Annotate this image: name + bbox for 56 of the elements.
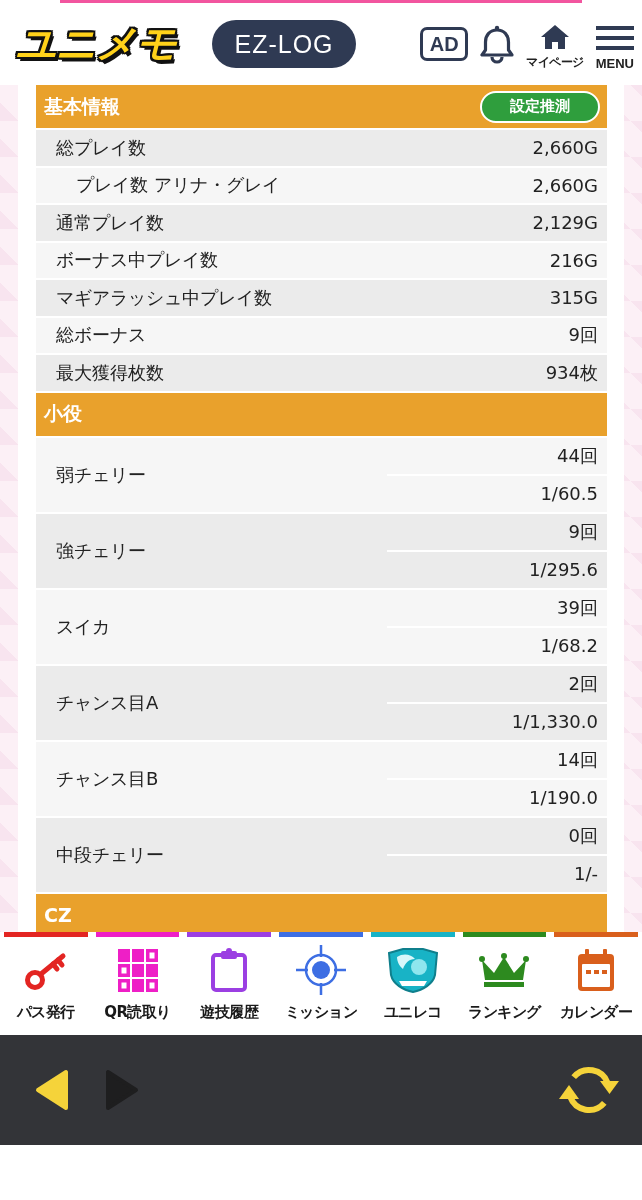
- stat-value: 2,660G: [532, 137, 598, 159]
- mypage-link[interactable]: マイページ: [526, 23, 584, 71]
- stat-label: 強チェリー: [56, 538, 146, 563]
- crosshair-icon: [296, 945, 346, 995]
- stat-value: 9回: [568, 323, 598, 348]
- stat-label: 中段チェリー: [56, 842, 164, 867]
- clipboard-icon: [211, 948, 248, 992]
- stat-value: 216G: [549, 249, 598, 271]
- stat-label: プレイ数 アリナ・グレイ: [76, 173, 280, 198]
- stat-value: 14回: [556, 747, 599, 772]
- stat-value: 1/295.6: [527, 558, 599, 582]
- stat-label: マギアラッシュ中プレイ数: [56, 285, 272, 310]
- stat-label: 弱チェリー: [56, 462, 146, 487]
- stat-value: 1/1,330.0: [510, 710, 599, 734]
- log-button[interactable]: EZ-LOG: [212, 20, 356, 68]
- stat-value: 2,660G: [532, 174, 598, 196]
- stat-value: 9回: [567, 519, 599, 544]
- stat-label: 最大獲得枚数: [56, 360, 164, 385]
- stat-label: スイカ: [56, 614, 110, 639]
- calendar-icon: [577, 948, 616, 992]
- nav-item[interactable]: ミッション: [275, 932, 367, 1035]
- stat-label: 通常プレイ数: [56, 210, 164, 235]
- stat-value: 315G: [549, 287, 598, 309]
- nav-item[interactable]: パス発行: [0, 932, 92, 1035]
- stat-value: 2回: [567, 671, 599, 696]
- stat-value: 1/190.0: [527, 786, 599, 810]
- stat-label: 総ボーナス: [56, 323, 146, 348]
- stat-label: ボーナス中プレイ数: [56, 248, 218, 273]
- stat-value: 39回: [556, 595, 599, 620]
- stat-label: 総プレイ数: [56, 135, 146, 160]
- section-title: 基本情報: [44, 93, 120, 119]
- section-title: 小役: [44, 401, 82, 426]
- crown-icon: [479, 952, 530, 988]
- stat-label: チャンス目A: [56, 690, 159, 715]
- refresh-icon[interactable]: [558, 1065, 620, 1115]
- menu-button[interactable]: MENU: [595, 25, 634, 71]
- stat-value: 44回: [556, 443, 599, 468]
- nav-item[interactable]: カレンダー: [550, 932, 642, 1035]
- section-title: CZ: [44, 904, 72, 926]
- stat-value: 1/68.2: [539, 634, 599, 658]
- bell-icon[interactable]: [480, 24, 515, 64]
- menu-icon: [595, 25, 634, 50]
- nav-item[interactable]: ユニレコ: [366, 932, 459, 1035]
- home-icon: [539, 23, 570, 50]
- stat-value: 0回: [567, 823, 599, 848]
- stat-value: 2,129G: [532, 212, 598, 234]
- ad-button[interactable]: AD: [420, 27, 469, 61]
- nav-item[interactable]: 遊技履歴: [183, 932, 276, 1035]
- nav-item[interactable]: QR読取り: [91, 932, 184, 1035]
- nav-item[interactable]: ランキング: [458, 932, 551, 1035]
- stat-value: 1/-: [573, 862, 599, 886]
- stat-value: 934枚: [545, 360, 598, 385]
- stat-value: 1/60.5: [539, 482, 599, 506]
- stat-label: チャンス目B: [56, 766, 159, 791]
- back-icon[interactable]: [35, 1069, 69, 1111]
- qr-code-icon: [117, 948, 158, 992]
